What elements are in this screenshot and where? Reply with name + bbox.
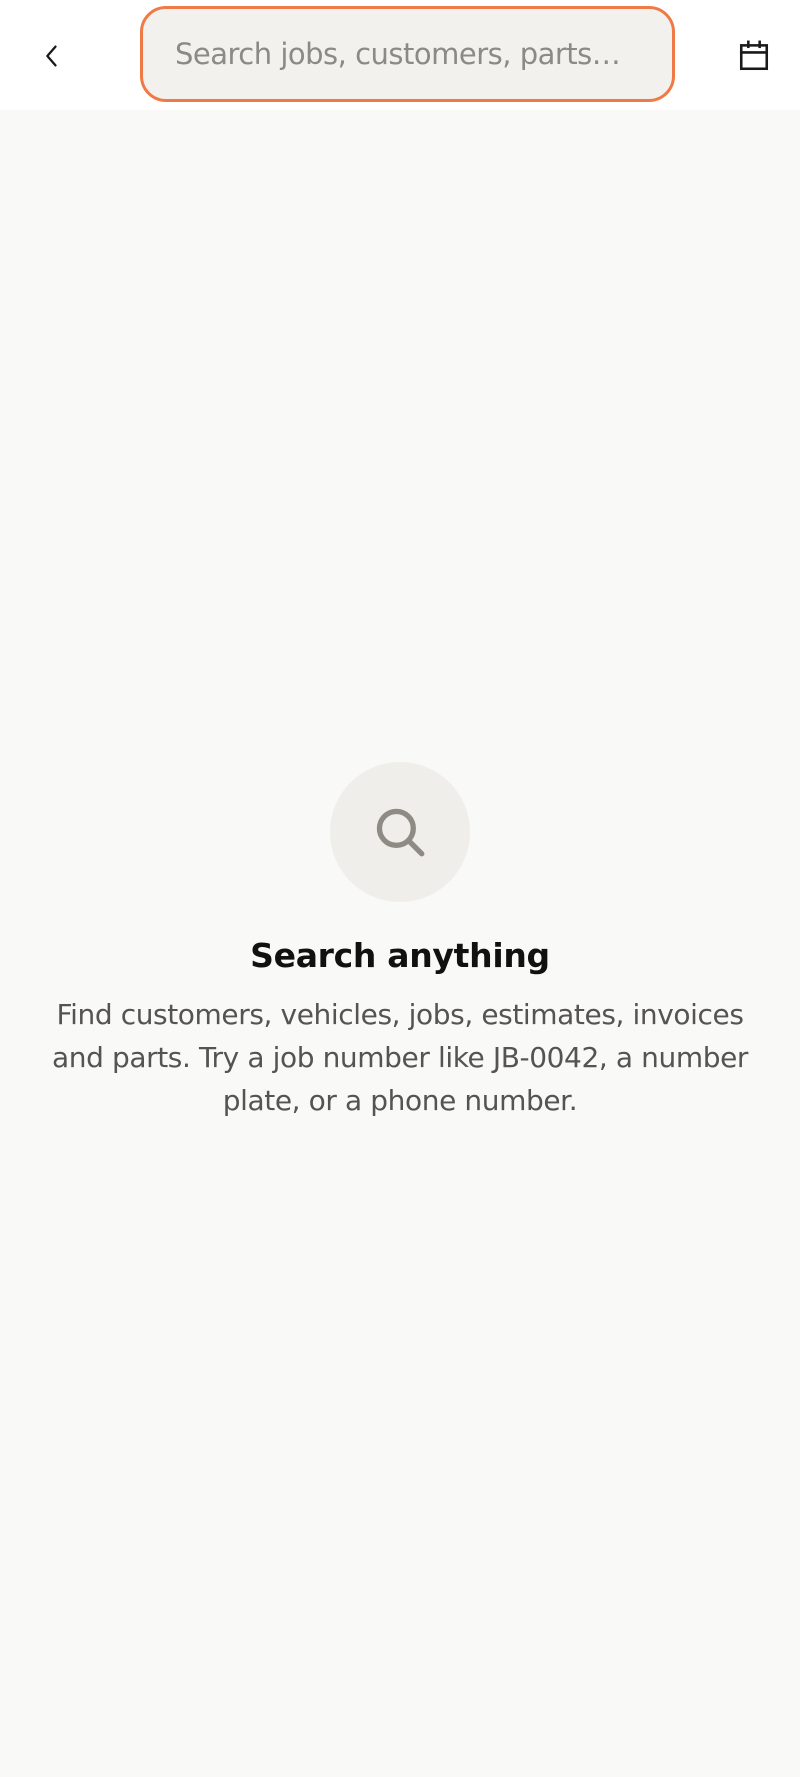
chevron-left-icon [46,45,57,67]
search-icon [376,808,425,857]
empty-state-description: Find customers, vehicles, jobs, estimate… [51,998,749,1117]
back-button[interactable] [28,32,76,80]
empty-state-title: Search anything [250,936,550,975]
calendar-button[interactable] [728,30,780,82]
top-bar [0,0,800,110]
search-screen: Search anything Find customers, vehicles… [0,0,800,1777]
search-input[interactable] [173,8,642,100]
calendar-icon [739,40,769,71]
empty-state-icon-circle [330,762,470,902]
empty-state: Search anything Find customers, vehicles… [0,762,800,1122]
search-field[interactable] [140,6,675,102]
